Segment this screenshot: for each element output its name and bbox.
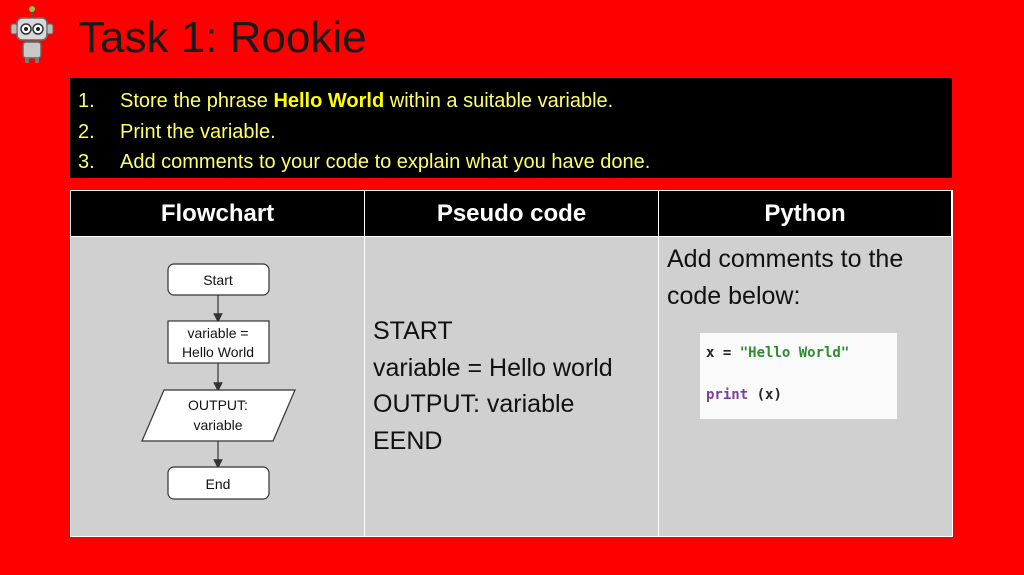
header-flowchart: Flowchart <box>71 191 365 236</box>
pseudo-code-cell: START variable = Hello world OUTPUT: var… <box>365 236 659 536</box>
header-python: Python <box>659 191 952 236</box>
header-pseudo-code: Pseudo code <box>365 191 659 236</box>
pseudo-code-text: START variable = Hello world OUTPUT: var… <box>373 313 613 459</box>
page-title: Task 1: Rookie <box>78 13 367 62</box>
task-item: 3. Add comments to your code to explain … <box>78 147 942 178</box>
code-line: print (x) <box>706 387 782 403</box>
code-line: x = "Hello World" <box>706 345 850 361</box>
task-item: 2. Print the variable. <box>78 117 942 148</box>
flowchart-output-label-2: variable <box>193 417 242 433</box>
task-item: 1. Store the phrase Hello World within a… <box>78 86 942 117</box>
task-text: Print the variable. <box>120 120 276 143</box>
flowchart-start-label: Start <box>203 272 233 288</box>
pseudo-code-line: OUTPUT: variable <box>373 390 575 418</box>
flowchart-process-label-1: variable = <box>187 325 248 341</box>
task-number: 3. <box>78 151 95 173</box>
python-cell: Add comments to the code below: x = "Hel… <box>659 236 952 536</box>
flowchart-output-label-1: OUTPUT: <box>188 397 248 413</box>
robot-icon <box>10 6 54 63</box>
task-text: Add comments to your code to explain wha… <box>120 151 651 173</box>
python-instruction: Add comments to the code below: <box>667 245 904 310</box>
flowchart-diagram: Start variable = Hello World OUTPUT: var… <box>141 263 296 500</box>
task-number: 1. <box>78 90 95 112</box>
task-number: 2. <box>78 120 95 143</box>
pseudo-code-line: variable = Hello world <box>373 353 613 382</box>
task-highlight: Hello World <box>273 90 385 112</box>
flowchart-process-label-2: Hello World <box>182 344 254 360</box>
task-instructions: 1. Store the phrase Hello World within a… <box>70 78 952 178</box>
flowchart-end-label: End <box>206 476 231 492</box>
task-text: Store the phrase Hello World within a su… <box>120 90 614 112</box>
comparison-table: Flowchart Pseudo code Python Start varia… <box>70 190 953 537</box>
flowchart-cell: Start variable = Hello World OUTPUT: var… <box>71 236 365 536</box>
pseudo-code-line: EEND <box>373 426 443 455</box>
pseudo-code-line: START <box>373 317 453 345</box>
python-code-snippet: x = "Hello World" print (x) <box>700 333 897 419</box>
